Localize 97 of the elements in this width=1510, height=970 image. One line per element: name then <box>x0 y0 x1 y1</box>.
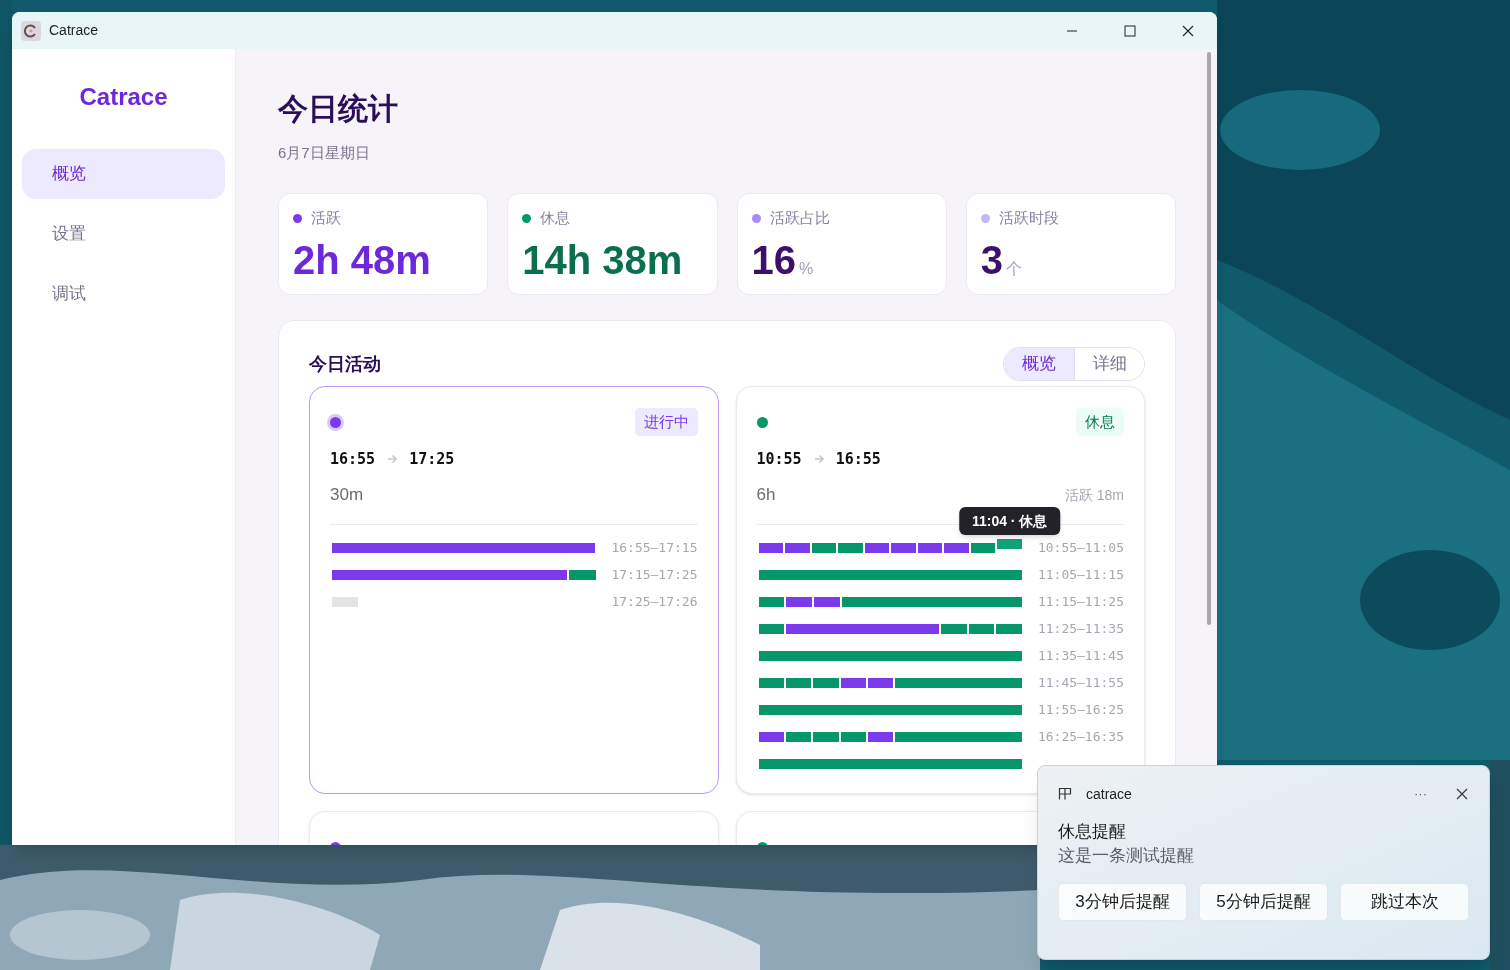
timeline-slot[interactable] <box>783 678 812 688</box>
time-range: 11:05–11:15 <box>1036 566 1124 585</box>
duration-text: 30m <box>330 484 364 507</box>
timeline-slot[interactable] <box>330 543 359 553</box>
timeline-slot[interactable] <box>756 570 785 580</box>
page-title: 今日统计 <box>278 91 399 127</box>
scrollbar-thumb[interactable] <box>1207 52 1211 625</box>
close-button[interactable] <box>1455 787 1469 801</box>
timeline-slot[interactable] <box>915 543 943 553</box>
view-tab[interactable]: 详细 <box>1074 348 1144 380</box>
arrow-right-icon <box>387 454 398 464</box>
timeline-slot[interactable] <box>811 732 839 742</box>
timeline-slot[interactable] <box>942 543 969 553</box>
timeline-slot[interactable] <box>893 732 921 742</box>
nav-item[interactable]: 概览 <box>22 149 225 199</box>
timeline-slot[interactable] <box>939 624 967 634</box>
timeline-slot[interactable] <box>889 543 916 553</box>
nav-item[interactable]: 设置 <box>22 209 225 259</box>
stat-label: 活跃时段 <box>998 207 1059 228</box>
timeline-slot[interactable] <box>783 543 810 553</box>
time-range: 11:25–11:35 <box>1036 620 1124 639</box>
timeline-slot[interactable] <box>838 732 866 742</box>
timeline-slot[interactable] <box>756 705 785 715</box>
start-time: 16:55 <box>330 448 376 470</box>
status-badge: 进行中 <box>634 408 698 436</box>
time-range: 11:35–11:45 <box>1036 647 1124 666</box>
timeline-slot[interactable] <box>838 678 866 688</box>
app-logo: Catrace <box>79 83 168 111</box>
timeline-slot[interactable] <box>968 543 996 553</box>
nav-item[interactable]: 调试 <box>22 269 225 319</box>
timeline-slot[interactable] <box>783 732 812 742</box>
time-range: 17:15–17:25 <box>610 566 698 585</box>
timeline-slot[interactable] <box>756 678 784 688</box>
timeline-slot[interactable] <box>994 624 1022 634</box>
close-icon <box>1456 788 1468 800</box>
summary-text: 活跃 18m <box>1064 485 1124 505</box>
maximize-icon <box>1124 24 1136 37</box>
time-range: 10:55–11:05 <box>1036 539 1124 558</box>
time-range: 11:15–11:25 <box>1036 593 1124 612</box>
timeline-slot[interactable] <box>756 759 785 769</box>
stat-unit: 个 <box>1006 259 1022 279</box>
timeline-slot[interactable] <box>756 732 784 742</box>
time-range: 11:45–11:55 <box>1036 674 1124 693</box>
window-title: Catrace <box>49 21 99 40</box>
timeline-slot[interactable] <box>812 597 840 607</box>
notification-message: 这是一条测试提醒 <box>1058 845 1195 867</box>
timeline-slot[interactable] <box>966 624 995 634</box>
stat-value: 14h 38m <box>522 237 683 284</box>
stat-unit: % <box>799 259 814 279</box>
duration-text: 6h <box>756 484 776 507</box>
end-time: 17:25 <box>409 448 455 470</box>
timeline-slot[interactable] <box>865 732 894 742</box>
end-time: 16:55 <box>835 448 881 470</box>
action-button[interactable]: 3分钟后提醒 <box>1058 883 1187 921</box>
timeline-slot[interactable] <box>784 624 812 634</box>
timeline-slot[interactable] <box>784 597 812 607</box>
date-text: 6月7日星期日 <box>278 143 371 163</box>
timeline-slot[interactable] <box>809 543 837 553</box>
timeline-slot[interactable] <box>756 543 784 553</box>
stat-value: 2h 48m <box>293 237 431 284</box>
start-time: 10:55 <box>756 448 802 470</box>
timeline-slot[interactable] <box>839 597 868 607</box>
timeline-slot[interactable] <box>569 543 596 553</box>
app-icon <box>21 20 41 41</box>
stat-value: 16 <box>751 237 796 284</box>
section-title: 今日活动 <box>309 352 381 376</box>
status-badge: 休息 <box>1076 408 1124 436</box>
stat-value: 3 <box>980 237 1003 284</box>
stat-label: 活跃 <box>311 207 341 228</box>
timeline-slot[interactable] <box>756 624 785 634</box>
stat-label: 活跃占比 <box>769 207 830 228</box>
timeline-slot[interactable] <box>756 651 785 661</box>
view-tab[interactable]: 概览 <box>1004 348 1074 380</box>
close-icon <box>1182 24 1194 37</box>
stat-label: 休息 <box>540 207 571 228</box>
notification-title: 休息提醒 <box>1058 821 1127 843</box>
tooltip: 11:04 · 休息 <box>958 507 1061 535</box>
timeline-slot[interactable] <box>330 570 359 580</box>
timeline-slot[interactable] <box>541 570 568 580</box>
timeline-slot[interactable] <box>865 678 894 688</box>
more-button[interactable]: ··· <box>1414 784 1427 804</box>
time-range: 11:55–16:25 <box>1036 701 1124 720</box>
app-icon <box>1058 787 1072 801</box>
timeline-slot[interactable] <box>811 678 839 688</box>
session-card[interactable]: 进行中 16:55 17:25 30m 16:55–17:15 17:15–17:25 17:25–17:26 <box>309 386 719 794</box>
time-range: 16:25–16:35 <box>1036 728 1124 747</box>
timeline-slot[interactable] <box>756 597 785 607</box>
action-button[interactable]: 跳过本次 <box>1340 883 1469 921</box>
timeline-slot[interactable] <box>913 624 940 634</box>
time-range: 16:55–17:15 <box>610 539 698 558</box>
timeline-slot[interactable] <box>862 543 890 553</box>
timeline-slot[interactable] <box>567 570 596 580</box>
time-range: 17:25–17:26 <box>610 593 698 612</box>
action-button[interactable]: 5分钟后提醒 <box>1199 883 1328 921</box>
timeline-slot[interactable] <box>893 678 921 688</box>
arrow-right-icon <box>813 454 824 464</box>
timeline-slot[interactable] <box>836 543 863 553</box>
